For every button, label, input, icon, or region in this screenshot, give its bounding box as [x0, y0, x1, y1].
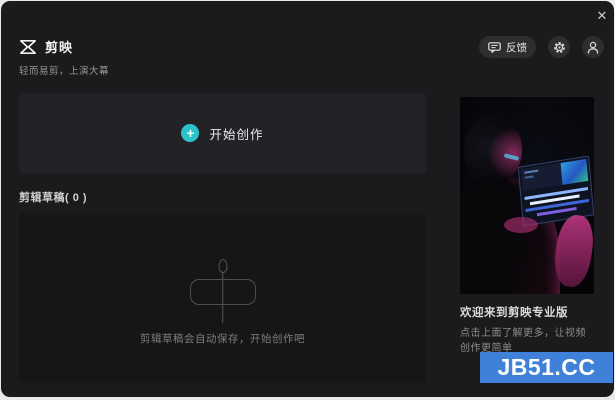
feedback-label: 反馈 [506, 40, 527, 55]
header-actions: 反馈 [479, 36, 604, 58]
user-icon [587, 41, 599, 54]
start-creation-button[interactable]: + 开始创作 [19, 93, 426, 173]
capcut-logo-icon [19, 39, 38, 55]
app-window: ✕ 剪映 轻而易剪，上演大幕 反馈 [1, 1, 614, 397]
account-button[interactable] [582, 36, 604, 58]
promo-image [460, 97, 594, 294]
watermark-text: JB51.CC [497, 354, 595, 381]
start-creation-label: 开始创作 [209, 124, 263, 143]
promo-heading: 欢迎来到剪映专业版 [460, 304, 594, 320]
drafts-empty-panel: 剪辑草稿会自动保存，开始创作吧 [19, 213, 426, 383]
watermark-badge: JB51.CC [480, 352, 613, 383]
draft-clip-illustration-icon [188, 259, 258, 323]
app-title: 剪映 [45, 37, 73, 56]
feedback-button[interactable]: 反馈 [479, 36, 536, 58]
feedback-bubble-icon [488, 42, 501, 53]
close-icon[interactable]: ✕ [592, 6, 612, 26]
settings-button[interactable] [548, 36, 570, 58]
app-tagline: 轻而易剪，上演大幕 [19, 63, 109, 77]
drafts-section-title: 剪辑草稿( 0 ) [19, 189, 87, 205]
promo-banner[interactable]: 欢迎来到剪映专业版 点击上面了解更多，让视频创作更简单 [460, 97, 594, 356]
drafts-empty-hint: 剪辑草稿会自动保存，开始创作吧 [19, 331, 426, 346]
plus-icon: + [181, 124, 199, 142]
gear-icon [553, 41, 566, 54]
app-logo: 剪映 [19, 37, 73, 56]
